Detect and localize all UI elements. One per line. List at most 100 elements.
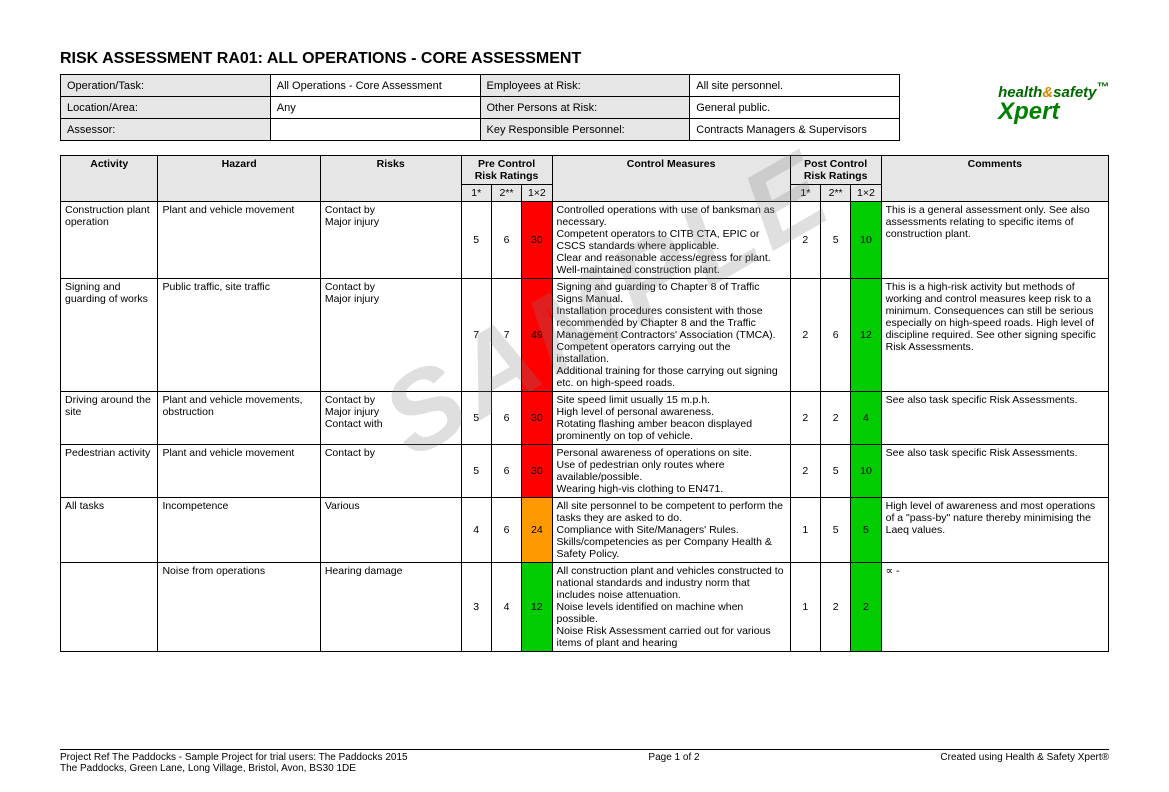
logo-top2: safety	[1053, 84, 1096, 101]
cell-post-p: 1	[790, 498, 820, 563]
cell-post-r: 5	[851, 498, 881, 563]
cell-risks: Contact byMajor injuryContact with	[320, 392, 461, 445]
cell-pre-r: 24	[522, 498, 552, 563]
cell-activity: Driving around the site	[61, 392, 158, 445]
cell-pre-p: 5	[461, 392, 491, 445]
cell-post-p: 2	[790, 279, 820, 392]
th-pre2: 2**	[491, 185, 521, 202]
meta-others-val: General public.	[690, 97, 900, 119]
cell-comments: This is a high-risk activity but methods…	[881, 279, 1108, 392]
cell-cm: Signing and guarding to Chapter 8 of Tra…	[552, 279, 790, 392]
cell-risks: Contact by	[320, 445, 461, 498]
table-row: Construction plant operationPlant and ve…	[61, 202, 1109, 279]
cell-post-r: 4	[851, 392, 881, 445]
cell-activity: Pedestrian activity	[61, 445, 158, 498]
cell-cm: All site personnel to be competent to pe…	[552, 498, 790, 563]
th-post: Post Control Risk Ratings	[790, 156, 881, 185]
cell-comments: See also task specific Risk Assessments.	[881, 392, 1108, 445]
cell-activity	[61, 563, 158, 652]
th-hazard: Hazard	[158, 156, 320, 202]
th-pre3: 1×2	[522, 185, 552, 202]
cell-comments: High level of awareness and most operati…	[881, 498, 1108, 563]
cell-hazard: Plant and vehicle movement	[158, 445, 320, 498]
cell-comments: This is a general assessment only. See a…	[881, 202, 1108, 279]
cell-post-r: 12	[851, 279, 881, 392]
cell-pre-s: 4	[491, 563, 521, 652]
th-post1: 1*	[790, 185, 820, 202]
page-title: RISK ASSESSMENT RA01: ALL OPERATIONS - C…	[60, 50, 1109, 68]
cell-pre-p: 5	[461, 445, 491, 498]
cell-pre-p: 7	[461, 279, 491, 392]
meta-location-label: Location/Area:	[61, 97, 271, 119]
cell-post-p: 2	[790, 392, 820, 445]
cell-pre-s: 7	[491, 279, 521, 392]
cell-risks: Contact byMajor injury	[320, 202, 461, 279]
risk-table: Activity Hazard Risks Pre Control Risk R…	[60, 155, 1109, 652]
cell-risks: Various	[320, 498, 461, 563]
table-row: Signing and guarding of worksPublic traf…	[61, 279, 1109, 392]
th-post2: 2**	[820, 185, 850, 202]
cell-post-r: 10	[851, 202, 881, 279]
cell-pre-s: 6	[491, 392, 521, 445]
cell-post-s: 2	[820, 563, 850, 652]
cell-pre-r: 49	[522, 279, 552, 392]
cell-pre-s: 6	[491, 202, 521, 279]
table-row: Driving around the sitePlant and vehicle…	[61, 392, 1109, 445]
cell-hazard: Public traffic, site traffic	[158, 279, 320, 392]
meta-assessor-label: Assessor:	[61, 119, 271, 141]
meta-employees-label: Employees at Risk:	[480, 75, 690, 97]
cell-post-p: 2	[790, 202, 820, 279]
footer-right: Created using Health & Safety Xpert®	[940, 752, 1109, 774]
cell-pre-r: 30	[522, 202, 552, 279]
meta-table: Operation/Task: All Operations - Core As…	[60, 74, 900, 141]
cell-pre-p: 5	[461, 202, 491, 279]
meta-key-val: Contracts Managers & Supervisors	[690, 119, 900, 141]
cell-pre-s: 6	[491, 445, 521, 498]
meta-operation-val: All Operations - Core Assessment	[270, 75, 480, 97]
th-activity: Activity	[61, 156, 158, 202]
th-risks: Risks	[320, 156, 461, 202]
table-row: All tasksIncompetenceVarious4624All site…	[61, 498, 1109, 563]
meta-employees-val: All site personnel.	[690, 75, 900, 97]
cell-comments: ∝ -	[881, 563, 1108, 652]
cell-cm: Controlled operations with use of banksm…	[552, 202, 790, 279]
th-pre: Pre Control Risk Ratings	[461, 156, 552, 185]
cell-cm: Personal awareness of operations on site…	[552, 445, 790, 498]
logo: health&safety™ Xpert	[900, 74, 1109, 123]
table-row: Noise from operationsHearing damage3412A…	[61, 563, 1109, 652]
cell-hazard: Noise from operations	[158, 563, 320, 652]
meta-others-label: Other Persons at Risk:	[480, 97, 690, 119]
cell-post-p: 1	[790, 563, 820, 652]
th-pre1: 1*	[461, 185, 491, 202]
cell-comments: See also task specific Risk Assessments.	[881, 445, 1108, 498]
meta-key-label: Key Responsible Personnel:	[480, 119, 690, 141]
cell-post-s: 6	[820, 279, 850, 392]
cell-pre-r: 30	[522, 445, 552, 498]
cell-cm: Site speed limit usually 15 m.p.h.High l…	[552, 392, 790, 445]
cell-post-r: 10	[851, 445, 881, 498]
th-cm: Control Measures	[552, 156, 790, 202]
cell-pre-p: 3	[461, 563, 491, 652]
cell-post-s: 5	[820, 498, 850, 563]
footer-left: Project Ref The Paddocks - Sample Projec…	[60, 752, 408, 774]
cell-hazard: Incompetence	[158, 498, 320, 563]
cell-risks: Hearing damage	[320, 563, 461, 652]
th-post3: 1×2	[851, 185, 881, 202]
cell-hazard: Plant and vehicle movement	[158, 202, 320, 279]
cell-post-s: 5	[820, 202, 850, 279]
cell-post-r: 2	[851, 563, 881, 652]
cell-hazard: Plant and vehicle movements, obstruction	[158, 392, 320, 445]
meta-operation-label: Operation/Task:	[61, 75, 271, 97]
cell-activity: Construction plant operation	[61, 202, 158, 279]
cell-risks: Contact byMajor injury	[320, 279, 461, 392]
cell-pre-s: 6	[491, 498, 521, 563]
meta-location-val: Any	[270, 97, 480, 119]
cell-post-s: 2	[820, 392, 850, 445]
cell-pre-r: 12	[522, 563, 552, 652]
cell-pre-p: 4	[461, 498, 491, 563]
cell-pre-r: 30	[522, 392, 552, 445]
footer-center: Page 1 of 2	[648, 752, 699, 774]
meta-assessor-val	[270, 119, 480, 141]
footer: Project Ref The Paddocks - Sample Projec…	[60, 749, 1109, 774]
cell-activity: All tasks	[61, 498, 158, 563]
